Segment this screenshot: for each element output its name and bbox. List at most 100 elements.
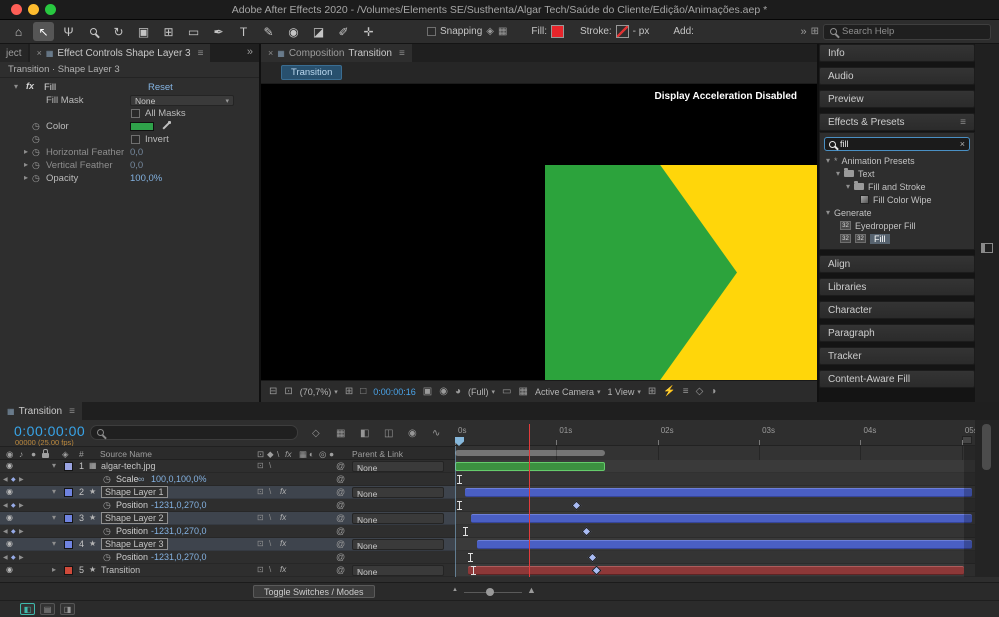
main-viewer-icon[interactable]: ⊡: [284, 386, 292, 397]
parent-pickwhip-icon[interactable]: @: [336, 539, 345, 549]
timeline-layer-row[interactable]: ◉ ▾ 1 ▦ algar-tech.jpg ⊡ \ @ None▾: [0, 460, 455, 473]
workspace-icon[interactable]: ⊞: [811, 26, 819, 37]
track-row[interactable]: [455, 499, 975, 512]
track-row[interactable]: [455, 473, 975, 486]
stopwatch-icon[interactable]: ◷: [103, 552, 111, 563]
help-search-input[interactable]: Search Help: [823, 24, 991, 40]
eye-icon[interactable]: ◉: [6, 487, 13, 496]
zoom-out-timeline-icon[interactable]: ▲: [452, 587, 458, 593]
property-name[interactable]: Position: [116, 552, 148, 562]
next-keyframe-icon[interactable]: ▶: [19, 502, 24, 509]
property-name[interactable]: Position: [116, 500, 148, 510]
fast-previews-icon[interactable]: ⚡: [663, 386, 675, 397]
effect-name[interactable]: Fill: [44, 82, 56, 93]
property-pickwhip-icon[interactable]: @: [336, 526, 345, 536]
eye-icon[interactable]: ◉: [6, 461, 13, 470]
time-ruler[interactable]: 0s01s02s03s04s05s: [455, 420, 975, 446]
twirl-down-icon[interactable]: ▾: [52, 487, 56, 496]
libraries-panel-header[interactable]: Libraries: [819, 278, 975, 296]
prev-keyframe-icon[interactable]: ◀: [3, 528, 8, 535]
pen-tool-icon[interactable]: ✒: [208, 22, 229, 41]
brush-tool-icon[interactable]: ✎: [258, 22, 279, 41]
tree-item-eyedropper-fill[interactable]: 32 Eyedropper Fill: [820, 219, 974, 232]
info-panel-header[interactable]: Info: [819, 44, 975, 62]
home-icon[interactable]: ⌂: [8, 22, 29, 41]
effects-presets-panel-header[interactable]: Effects & Presets ≡: [819, 113, 975, 131]
layer-duration-bar[interactable]: [465, 488, 972, 497]
twirl-down-icon[interactable]: ▾: [52, 539, 56, 548]
track-row[interactable]: [455, 525, 975, 538]
parent-dropdown[interactable]: None▾: [352, 539, 444, 550]
keyframe-marker[interactable]: [471, 566, 476, 575]
quality-switch-icon[interactable]: \: [269, 565, 271, 574]
stopwatch-icon[interactable]: ◷: [32, 147, 40, 158]
shape-tool-icon[interactable]: ▭: [183, 22, 204, 41]
parent-link-column-header[interactable]: Parent & Link: [352, 449, 403, 459]
panel-menu-icon[interactable]: ≡: [399, 48, 405, 59]
resolution-dropdown[interactable]: (Full)▾: [468, 387, 495, 397]
preview-panel-header[interactable]: Preview: [819, 90, 975, 108]
layer-duration-bar[interactable]: [455, 462, 605, 471]
keyframe-marker[interactable]: [457, 475, 462, 484]
property-value[interactable]: -1231,0,270,0: [151, 500, 207, 510]
track-row[interactable]: [455, 486, 975, 499]
add-keyframe-icon[interactable]: ◆: [11, 528, 16, 535]
tab-timeline-transition[interactable]: ▦ Transition ≡: [0, 402, 82, 420]
cti-red-line[interactable]: [529, 424, 530, 577]
layer-name[interactable]: Shape Layer 3: [101, 538, 168, 550]
magnification-dropdown[interactable]: (70,7%)▾: [300, 387, 338, 397]
clear-search-icon[interactable]: ×: [960, 139, 965, 149]
stopwatch-icon[interactable]: ◷: [32, 134, 40, 145]
align-panel-header[interactable]: Align: [819, 255, 975, 273]
quality-switch-icon[interactable]: \: [269, 487, 271, 496]
timeline-property-row[interactable]: ◀ ◆ ▶ ◷ Scale ∞ 100,0,100,0% @: [0, 473, 455, 486]
add-keyframe-icon[interactable]: ◆: [11, 554, 16, 561]
comp-marker-bin-button[interactable]: [962, 436, 972, 444]
prev-keyframe-icon[interactable]: ◀: [3, 502, 8, 509]
collapse-switch-icon[interactable]: ⊡: [257, 539, 264, 548]
keyframe-marker[interactable]: [457, 501, 462, 510]
timeline-property-row[interactable]: ◀ ◆ ▶ ◷ Position -1231,0,270,0 @: [0, 525, 455, 538]
layer-label-color[interactable]: [64, 462, 73, 471]
toggle-switches-modes-button[interactable]: Toggle Switches / Modes: [253, 585, 375, 598]
tree-item-fill-and-stroke[interactable]: ▾ Fill and Stroke: [820, 180, 974, 193]
puppet-pin-tool-icon[interactable]: ✛: [358, 22, 379, 41]
quality-switch-icon[interactable]: \: [269, 539, 271, 548]
snap-option-1-icon[interactable]: ◈: [486, 26, 494, 37]
parent-dropdown[interactable]: None▾: [352, 461, 444, 472]
region-of-interest-icon[interactable]: ▭: [502, 386, 511, 397]
timeline-zoom-handle[interactable]: [486, 588, 494, 596]
fill-color-swatch[interactable]: [551, 25, 564, 38]
tab-project-partial[interactable]: ject: [0, 44, 28, 62]
show-snapshot-icon[interactable]: ◉: [439, 386, 448, 397]
layer-name[interactable]: Shape Layer 2: [101, 512, 168, 524]
zoom-window-button[interactable]: [45, 4, 56, 15]
tracker-panel-header[interactable]: Tracker: [819, 347, 975, 365]
grid-guides-icon[interactable]: ⊞: [345, 386, 353, 397]
twirl-down-icon[interactable]: ▾: [52, 461, 56, 470]
track-row[interactable]: [455, 551, 975, 564]
camera-tool-icon[interactable]: ▣: [133, 22, 154, 41]
fill-mask-dropdown[interactable]: None ▾: [130, 95, 234, 106]
panel-menu-icon[interactable]: ≡: [198, 48, 204, 59]
twirl-down-icon[interactable]: ▾: [826, 208, 830, 217]
stopwatch-icon[interactable]: ◷: [32, 160, 40, 171]
quality-switch-icon[interactable]: \: [269, 461, 271, 470]
property-pickwhip-icon[interactable]: @: [336, 552, 345, 562]
eye-icon[interactable]: ◉: [6, 513, 13, 522]
track-row[interactable]: [455, 460, 975, 473]
twirl-right-icon[interactable]: ▸: [52, 565, 56, 574]
layer-duration-bar[interactable]: [477, 540, 972, 549]
zoom-tool-icon[interactable]: [83, 22, 104, 41]
parent-pickwhip-icon[interactable]: @: [336, 513, 345, 523]
eraser-tool-icon[interactable]: ◪: [308, 22, 329, 41]
collapse-switch-icon[interactable]: ⊡: [257, 487, 264, 496]
toggle-inout-pane-icon[interactable]: ◨: [60, 603, 75, 615]
tab-overflow-chevron[interactable]: »: [247, 44, 259, 62]
layer-label-color[interactable]: [64, 540, 73, 549]
comp-flowchart-icon[interactable]: ◇: [696, 386, 704, 397]
fx-switch-icon[interactable]: fx: [280, 513, 286, 522]
timeline-layer-row[interactable]: ◉ ▸ 5 ★ Transition ⊡ \ fx @ None▾: [0, 564, 455, 577]
camera-view-dropdown[interactable]: Active Camera▾: [535, 387, 601, 397]
selection-tool-icon[interactable]: ↖: [33, 22, 54, 41]
